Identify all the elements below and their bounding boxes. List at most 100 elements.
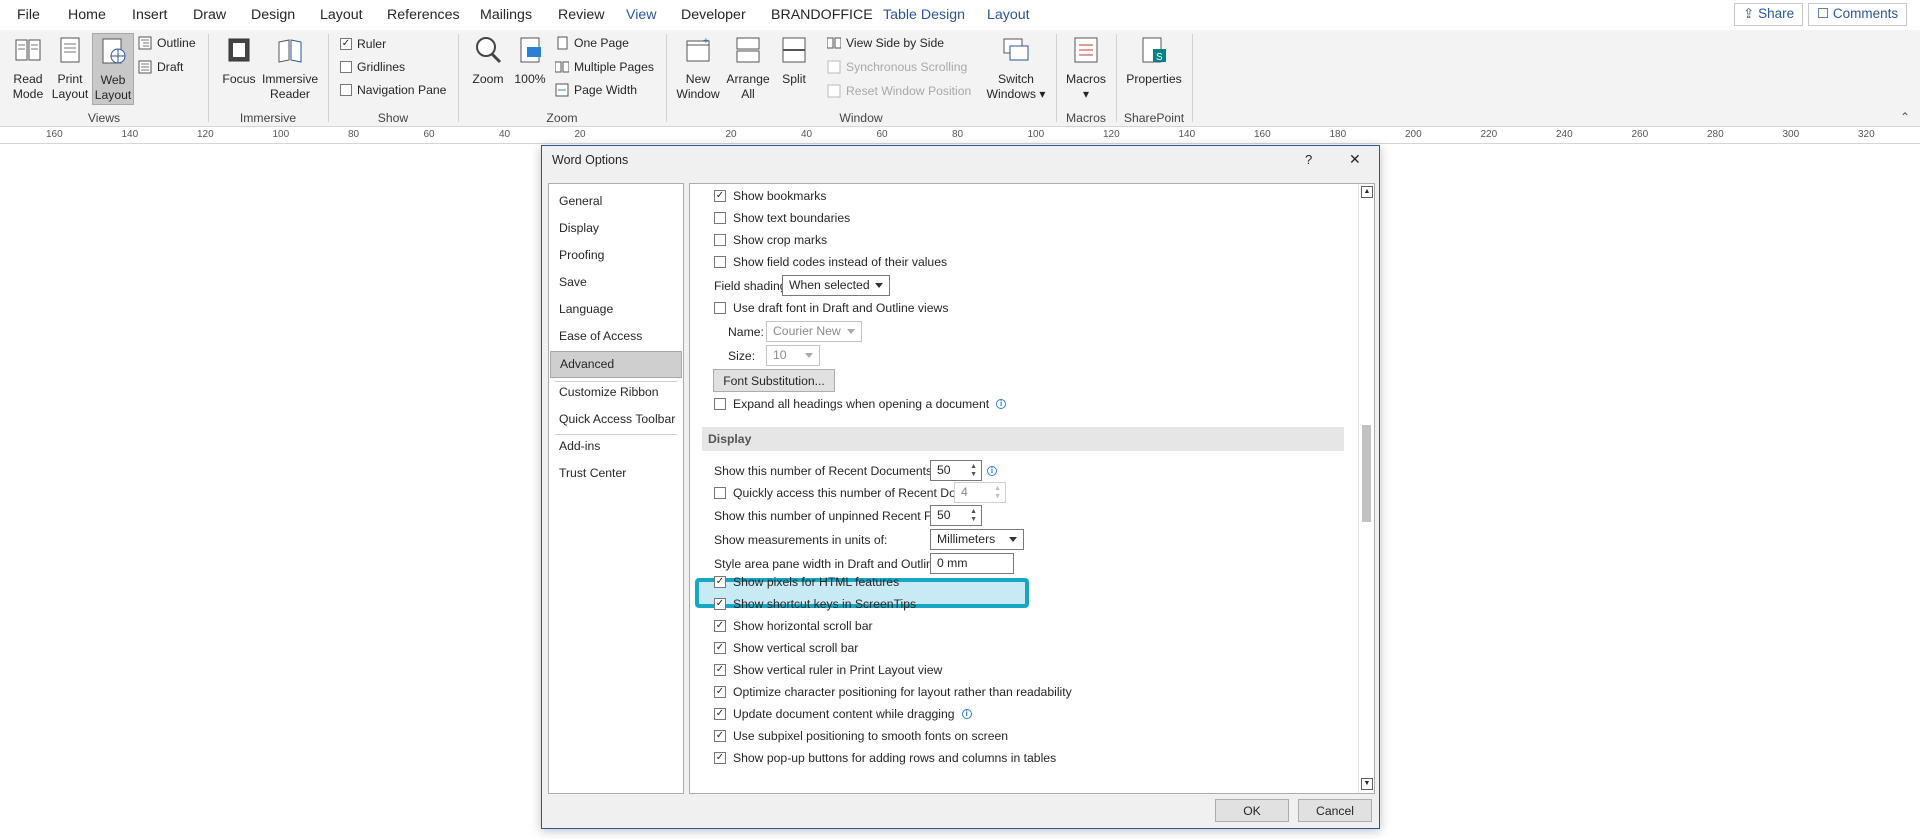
spin-down-icon[interactable]: ▼ [970,516,977,523]
style-area-input[interactable]: 0 mm [930,553,1014,574]
option-expand-headings[interactable]: Expand all headings when opening a docum… [714,397,1007,411]
option-horizontal-scroll-bar[interactable]: ✓ Show horizontal scroll bar [714,619,873,633]
outline-button[interactable]: Outline [138,36,196,50]
measurements-select[interactable]: Millimeters [930,529,1024,550]
page-width-button[interactable]: Page Width [555,83,637,97]
reset-window-position-button[interactable]: Reset Window Position [827,84,971,98]
vertical-scrollbar[interactable]: ▲ ▼ [1358,184,1374,793]
tab-developer[interactable]: Developer [681,7,746,23]
help-button[interactable]: ? [1305,152,1312,167]
tab-design[interactable]: Design [251,7,295,23]
spin-up-icon[interactable]: ▲ [970,508,977,515]
tab-insert[interactable]: Insert [132,7,167,23]
ruler-tick-label: 280 [1707,129,1724,140]
nav-item-proofing[interactable]: Proofing [550,243,682,268]
section-header-display: Display [702,427,1344,451]
synchronous-scrolling-button[interactable]: Synchronous Scrolling [827,60,967,74]
macros-button[interactable]: Macros ▾ [1062,35,1110,102]
split-button[interactable]: Split [774,35,814,87]
print-layout-button[interactable]: Print Layout [50,35,90,102]
option-show-shortcut-keys[interactable]: ✓ Show shortcut keys in ScreenTips [714,597,916,611]
multiple-pages-button[interactable]: Multiple Pages [555,60,654,74]
font-size-select[interactable]: 10 [766,345,820,366]
info-icon: i [961,709,972,719]
tab-references[interactable]: References [387,7,460,23]
option-show-text-boundaries[interactable]: Show text boundaries [714,211,850,225]
checkbox-unchecked [714,302,726,314]
switch-windows-icon [1003,38,1029,61]
option-show-pixels-html[interactable]: ✓ Show pixels for HTML features [714,575,899,589]
web-layout-button[interactable]: Web Layout [92,33,134,105]
nav-item-advanced[interactable]: Advanced [550,351,682,378]
draft-button[interactable]: Draft [138,60,183,74]
arrange-all-button[interactable]: Arrange All [724,35,772,102]
tab-home[interactable]: Home [68,7,106,23]
font-name-select[interactable]: Courier New [766,321,862,342]
nav-item-quick-access-toolbar[interactable]: Quick Access Toolbar [550,407,682,432]
zoom-100-button[interactable]: 100% [511,35,549,87]
properties-button[interactable]: S Properties [1126,35,1182,87]
option-popup-buttons-tables[interactable]: ✓ Show pop-up buttons for adding rows and… [714,751,1056,765]
recent-folders-spinner[interactable]: 50 ▲ ▼ [930,505,982,526]
horizontal-ruler[interactable]: 160 140 120 100 80 60 40 20 20 40 60 80 100 120 140 160… [0,128,1920,144]
navigation-pane-checkbox[interactable]: Navigation Pane [340,83,446,97]
ok-button[interactable]: OK [1215,799,1289,822]
option-show-field-codes[interactable]: Show field codes instead of their values [714,255,947,269]
spin-up-icon[interactable]: ▲ [994,485,1001,492]
tab-layout[interactable]: Layout [320,7,363,23]
view-side-by-side-button[interactable]: View Side by Side [827,36,944,50]
gridlines-checkbox[interactable]: Gridlines [340,60,405,74]
option-show-bookmarks[interactable]: ✓ Show bookmarks [714,189,826,203]
nav-item-display[interactable]: Display [550,216,682,241]
nav-item-customize-ribbon[interactable]: Customize Ribbon [550,380,682,405]
option-vertical-ruler[interactable]: ✓ Show vertical ruler in Print Layout vie… [714,663,942,677]
field-shading-select[interactable]: When selected [782,275,890,296]
read-mode-button[interactable]: Read Mode [8,35,48,102]
nav-item-ease-of-access[interactable]: Ease of Access [550,324,682,349]
recent-docs-spinner[interactable]: 50 ▲ ▼ [930,460,982,481]
scroll-down-icon[interactable]: ▼ [1361,778,1373,790]
group-label-views: Views [87,111,121,125]
spin-down-icon[interactable]: ▼ [994,493,1001,500]
quick-access-spinner[interactable]: 4 ▲ ▼ [954,482,1006,503]
print-layout-icon [60,37,80,63]
close-button[interactable]: ✕ [1349,151,1361,168]
comments-button[interactable]: ☐ Comments [1808,3,1908,26]
zoom-button[interactable]: Zoom [468,35,508,87]
switch-windows-button[interactable]: Switch Windows ▾ [986,35,1046,102]
option-subpixel-positioning[interactable]: ✓ Use subpixel positioning to smooth font… [714,729,1008,743]
share-button[interactable]: ⇪ Share [1734,3,1804,26]
option-vertical-scroll-bar[interactable]: ✓ Show vertical scroll bar [714,641,858,655]
option-show-crop-marks[interactable]: Show crop marks [714,233,827,247]
ruler-checkbox[interactable]: ✓ Ruler [340,37,386,51]
nav-item-trust-center[interactable]: Trust Center [550,461,682,486]
nav-item-general[interactable]: General [550,189,682,214]
scrollbar-thumb[interactable] [1362,425,1371,522]
immersive-reader-button[interactable]: Immersive Reader [262,35,318,102]
font-substitution-button[interactable]: Font Substitution... [713,369,835,392]
tab-table-design[interactable]: Table Design [883,7,965,23]
spin-up-icon[interactable]: ▲ [970,463,977,470]
tab-table-layout[interactable]: Layout [987,7,1030,23]
collapse-ribbon-icon[interactable]: ⌃ [1900,110,1910,124]
nav-item-save[interactable]: Save [550,270,682,295]
tab-view[interactable]: View [626,7,657,33]
nav-item-add-ins[interactable]: Add-ins [550,434,682,459]
info-icon: i [987,466,997,476]
option-update-content-dragging[interactable]: ✓ Update document content while dragging i [714,707,972,721]
checkbox-checked: ✓ [340,38,352,50]
option-optimize-character-positioning[interactable]: ✓ Optimize character positioning for layo… [714,685,1072,699]
focus-button[interactable]: Focus [219,35,259,87]
scroll-up-icon[interactable]: ▲ [1361,186,1373,198]
spin-down-icon[interactable]: ▼ [970,471,977,478]
one-page-button[interactable]: One Page [555,36,629,50]
option-draft-font[interactable]: Use draft font in Draft and Outline view… [714,301,948,315]
tab-file[interactable]: File [17,7,40,23]
new-window-button[interactable]: + New Window [674,35,722,102]
tab-draw[interactable]: Draw [193,7,226,23]
tab-brandoffice[interactable]: BRANDOFFICE [771,7,873,23]
tab-mailings[interactable]: Mailings [480,7,532,23]
cancel-button[interactable]: Cancel [1298,799,1372,822]
tab-review[interactable]: Review [558,7,605,23]
nav-item-language[interactable]: Language [550,297,682,322]
